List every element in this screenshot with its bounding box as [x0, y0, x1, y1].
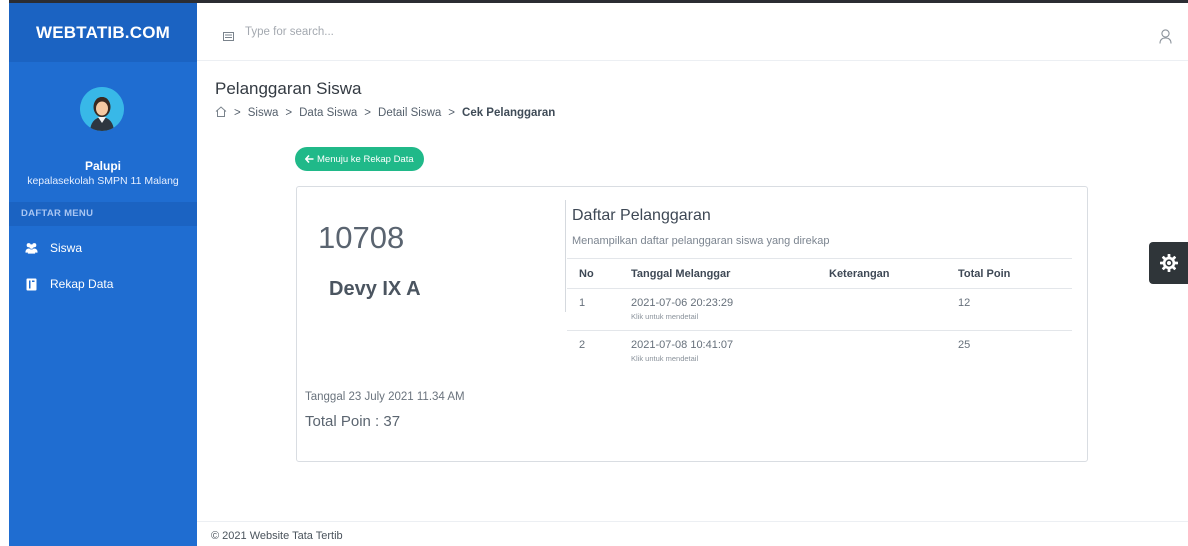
user-role: kepalasekolah SMPN 11 Malang [27, 175, 179, 187]
table-row[interactable]: 1 2021-07-06 20:23:29 Klik untuk mendeta… [567, 288, 1072, 330]
row-date-link[interactable]: 2021-07-08 10:41:07 Klik untuk mendetail [631, 339, 733, 363]
recap-date: Tanggal 23 July 2021 11.34 AM [305, 391, 465, 403]
settings-toggle[interactable] [1149, 242, 1188, 284]
column-header-points: Total Poin [958, 268, 1011, 280]
user-name: Palupi [84, 159, 121, 173]
brand-logo[interactable]: WEBTATIB.COM [9, 3, 197, 62]
left-edge [0, 0, 9, 546]
student-name: Devy IX A [329, 278, 421, 300]
menu-icon[interactable] [223, 28, 234, 41]
chevron-right-icon: > [285, 107, 293, 119]
row-points: 25 [958, 339, 971, 351]
user-icon[interactable] [1159, 29, 1172, 44]
gear-icon [1159, 253, 1179, 273]
chevron-right-icon: > [364, 107, 372, 119]
sidebar-item-rekap-data[interactable]: Rekap Data [9, 269, 197, 299]
row-detail-hint[interactable]: Klik untuk mendetail [631, 312, 733, 321]
top-header [197, 3, 1188, 61]
row-date-link[interactable]: 2021-07-06 20:23:29 Klik untuk mendetail [631, 297, 733, 321]
footer-copyright: © 2021 Website Tata Tertib [211, 530, 343, 542]
home-icon[interactable] [215, 106, 227, 120]
column-header-no: No [579, 268, 594, 280]
violation-list-title: Daftar Pelanggaran [572, 207, 711, 224]
student-nis: 10708 [318, 220, 405, 255]
user-avatar-icon [80, 87, 124, 131]
column-header-keterangan: Keterangan [829, 268, 890, 280]
sidebar-item-label: Rekap Data [50, 277, 114, 291]
breadcrumb-siswa[interactable]: Siswa [248, 107, 279, 119]
breadcrumb-detail-siswa[interactable]: Detail Siswa [378, 107, 441, 119]
row-date: 2021-07-06 20:23:29 [631, 297, 734, 309]
table-header-row: No Tanggal Melanggar Keterangan Total Po… [567, 258, 1072, 288]
row-points: 12 [958, 297, 971, 309]
footer: © 2021 Website Tata Tertib [197, 521, 1188, 546]
page-title: Pelanggaran Siswa [215, 79, 362, 98]
sidebar-item-siswa[interactable]: Siswa [9, 233, 197, 263]
search-input[interactable] [245, 21, 545, 43]
menu-heading: DAFTAR MENU [9, 202, 197, 226]
violation-list-subtitle: Menampilkan daftar pelanggaran siswa yan… [572, 235, 830, 247]
book-icon [25, 278, 38, 291]
row-no: 1 [579, 297, 586, 309]
total-points: Total Poin : 37 [305, 413, 401, 430]
row-no: 2 [579, 339, 586, 351]
violations-table: No Tanggal Melanggar Keterangan Total Po… [567, 258, 1072, 372]
vertical-divider [565, 200, 566, 312]
column-header-date: Tanggal Melanggar [631, 268, 731, 280]
back-to-recap-button[interactable]: Menuju ke Rekap Data [295, 147, 424, 171]
breadcrumb-data-siswa[interactable]: Data Siswa [299, 107, 357, 119]
student-violation-card: 10708 Devy IX A Tanggal 23 July 2021 11.… [296, 186, 1088, 462]
row-date: 2021-07-08 10:41:07 [631, 339, 734, 351]
breadcrumb: > Siswa > Data Siswa > Detail Siswa > Ce… [215, 106, 555, 120]
chevron-right-icon: > [234, 107, 241, 119]
sidebar-item-label: Siswa [50, 241, 83, 255]
users-icon [25, 242, 38, 255]
breadcrumb-current: Cek Pelanggaran [462, 107, 556, 119]
arrow-left-icon [305, 155, 314, 163]
back-button-label: Menuju ke Rekap Data [317, 153, 414, 165]
table-row[interactable]: 2 2021-07-08 10:41:07 Klik untuk mendeta… [567, 330, 1072, 372]
row-detail-hint[interactable]: Klik untuk mendetail [631, 354, 733, 363]
sidebar: WEBTATIB.COM Palupi kepalasekolah SMPN 1… [9, 3, 197, 546]
chevron-right-icon: > [448, 107, 456, 119]
avatar[interactable] [80, 87, 124, 131]
